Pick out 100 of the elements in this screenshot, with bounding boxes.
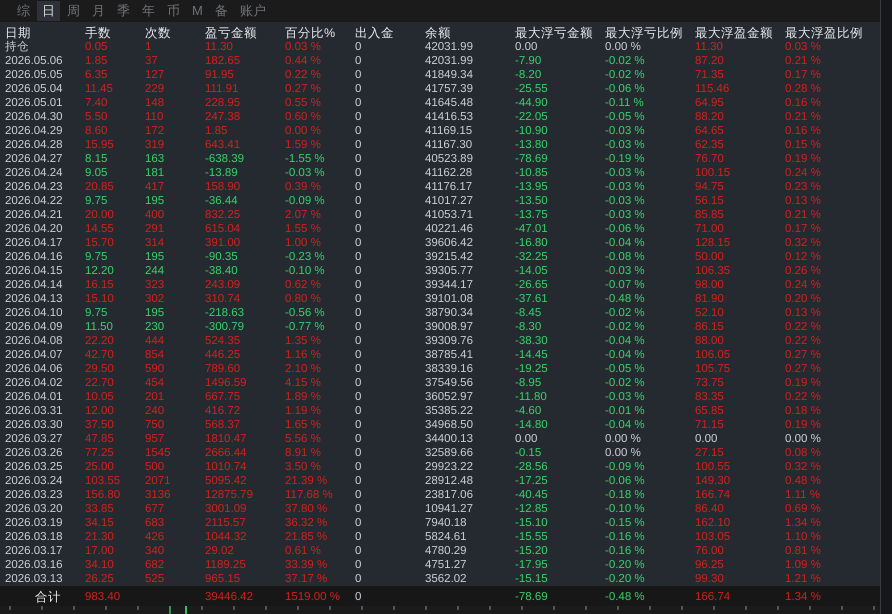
table-cell-text: 240	[145, 404, 166, 418]
period-tab[interactable]: 币	[162, 0, 185, 21]
table-cell-text: 5095.42	[205, 474, 248, 488]
table-cell-text: -0.03 %	[605, 166, 646, 180]
table-cell-text: -0.03 %	[605, 194, 646, 208]
table-cell-text: 83.35	[695, 390, 725, 404]
table-cell-text: -7.90	[515, 54, 542, 68]
table-cell-text: 2115.57	[205, 516, 247, 530]
period-tab[interactable]: 日	[37, 0, 60, 21]
table-cell-text: 41169.15	[425, 124, 474, 138]
table-cell-text: 15.70	[85, 236, 115, 250]
period-tab[interactable]: 月	[87, 0, 110, 21]
table-cell-text: 0	[355, 502, 362, 516]
total-cell-text: 166.74	[695, 590, 732, 604]
table-cell-text: 230	[145, 320, 166, 334]
table-cell-text: 247.38	[205, 110, 242, 124]
table-cell-text: 20.00	[85, 208, 115, 222]
table-cell-text: 0	[355, 96, 362, 110]
table-cell-text: 4780.29	[425, 544, 468, 558]
table-cell-text: 832.25	[205, 208, 242, 222]
table-cell-text: 148	[145, 96, 166, 110]
table-cell-text: -0.05 %	[605, 362, 646, 376]
table-cell-text: -13.89	[205, 166, 239, 180]
table-cell-text: -0.04 %	[605, 418, 646, 432]
table-cell-text: 682	[145, 558, 166, 572]
period-tab[interactable]: 季	[112, 0, 135, 21]
table-cell-text: 2026.03.18	[5, 530, 64, 544]
total-cell-text: 1.34 %	[785, 590, 822, 604]
table-cell-text: 1810.47	[205, 432, 248, 446]
table-cell-text: 0.19 %	[785, 152, 822, 166]
table-cell-text: -0.03 %	[605, 264, 646, 278]
table-cell-text: 2.07 %	[285, 208, 322, 222]
table-cell-text: -37.61	[515, 292, 549, 306]
table-cell-text: 1044.32	[205, 530, 248, 544]
table-cell-text: 1.34 %	[785, 516, 822, 530]
table-cell-text: 426	[145, 530, 166, 544]
table-cell-text: 0.69 %	[785, 502, 822, 516]
table-cell-text: -0.02 %	[605, 306, 646, 320]
table-cell-text: 0	[355, 320, 362, 334]
period-tab[interactable]: M	[187, 0, 208, 21]
table-cell-text: -8.20	[515, 68, 542, 82]
table-cell-text: -1.55 %	[285, 152, 326, 166]
table-cell-text: 0	[355, 432, 362, 446]
table-cell-text: 0.32 %	[785, 460, 822, 474]
period-tab[interactable]: 账户	[234, 0, 271, 21]
table-cell-text: 36.32 %	[285, 516, 328, 530]
table-cell-text: 73.75	[695, 376, 725, 390]
table-cell-text: 50.00	[695, 250, 725, 264]
table-cell-text: 41645.48	[425, 96, 474, 110]
table-cell-text: 128.15	[695, 236, 732, 250]
table-cell-text: 0.27 %	[285, 82, 322, 96]
table-cell-text: 1010.74	[205, 460, 248, 474]
table-cell-text: 115.46	[695, 82, 730, 96]
table-cell-text: 2026.03.30	[5, 418, 64, 432]
table-cell-text: 0.22 %	[785, 390, 822, 404]
table-cell-text: 0.03 %	[285, 40, 322, 54]
period-tab[interactable]: 年	[137, 0, 160, 21]
table-cell-text: 41849.34	[425, 68, 474, 82]
table-cell-text: 0	[355, 152, 362, 166]
table-cell-text: 2026.04.14	[5, 278, 64, 292]
table-cell-text: 42031.99	[425, 40, 474, 54]
table-cell-text: 2026.04.07	[5, 348, 64, 362]
table-cell-text: 0	[355, 390, 362, 404]
table-cell-text: 0.22 %	[785, 320, 822, 334]
period-tab[interactable]: 备	[210, 0, 233, 21]
table-cell-text: 4751.27	[425, 558, 468, 572]
table-cell-text: -0.10 %	[285, 264, 326, 278]
table-cell-text: 0.44 %	[285, 54, 322, 68]
table-cell-text: -638.39	[205, 152, 246, 166]
table-cell-text: 1189.25	[205, 558, 247, 572]
table-cell-text: -47.01	[515, 222, 549, 236]
table-cell-text: 76.00	[695, 544, 725, 558]
table-cell-text: 789.60	[205, 362, 242, 376]
table-cell-text: 195	[145, 250, 166, 264]
table-cell-text: 11.30	[695, 40, 724, 54]
table-cell-text: -218.63	[205, 306, 246, 320]
table-cell-text: 2026.03.16	[5, 558, 64, 572]
table-cell-text: 1.10 %	[785, 530, 822, 544]
table-cell-text: 81.90	[695, 292, 725, 306]
table-cell-text: 0.26 %	[785, 264, 822, 278]
period-tab[interactable]: 综	[12, 0, 35, 21]
table-cell-text: 103.55	[85, 474, 122, 488]
table-cell-text: 0	[355, 124, 362, 138]
period-tab[interactable]: 周	[62, 0, 85, 21]
table-cell-text: 77.25	[85, 446, 115, 460]
table-cell-text: 0	[355, 530, 362, 544]
table-cell-text: 1.89 %	[285, 390, 322, 404]
table-cell-text: 29.02	[205, 544, 235, 558]
table-cell-text: 0.21 %	[785, 208, 822, 222]
column-header: 最大浮盈比例	[785, 26, 864, 40]
table-cell-text: 9.75	[85, 250, 108, 264]
table-cell-text: 41053.71	[425, 208, 474, 222]
table-cell-text: 26.25	[85, 572, 115, 586]
table-cell-text: 32589.66	[425, 446, 474, 460]
table-cell-text: 21.30	[85, 530, 115, 544]
table-cell-text: 0	[355, 166, 362, 180]
table-cell-text: 12.20	[85, 264, 115, 278]
table-cell-text: 0.61 %	[285, 544, 322, 558]
table-cell-text: 0	[355, 558, 362, 572]
table-cell-text: 0.00 %	[285, 124, 322, 138]
